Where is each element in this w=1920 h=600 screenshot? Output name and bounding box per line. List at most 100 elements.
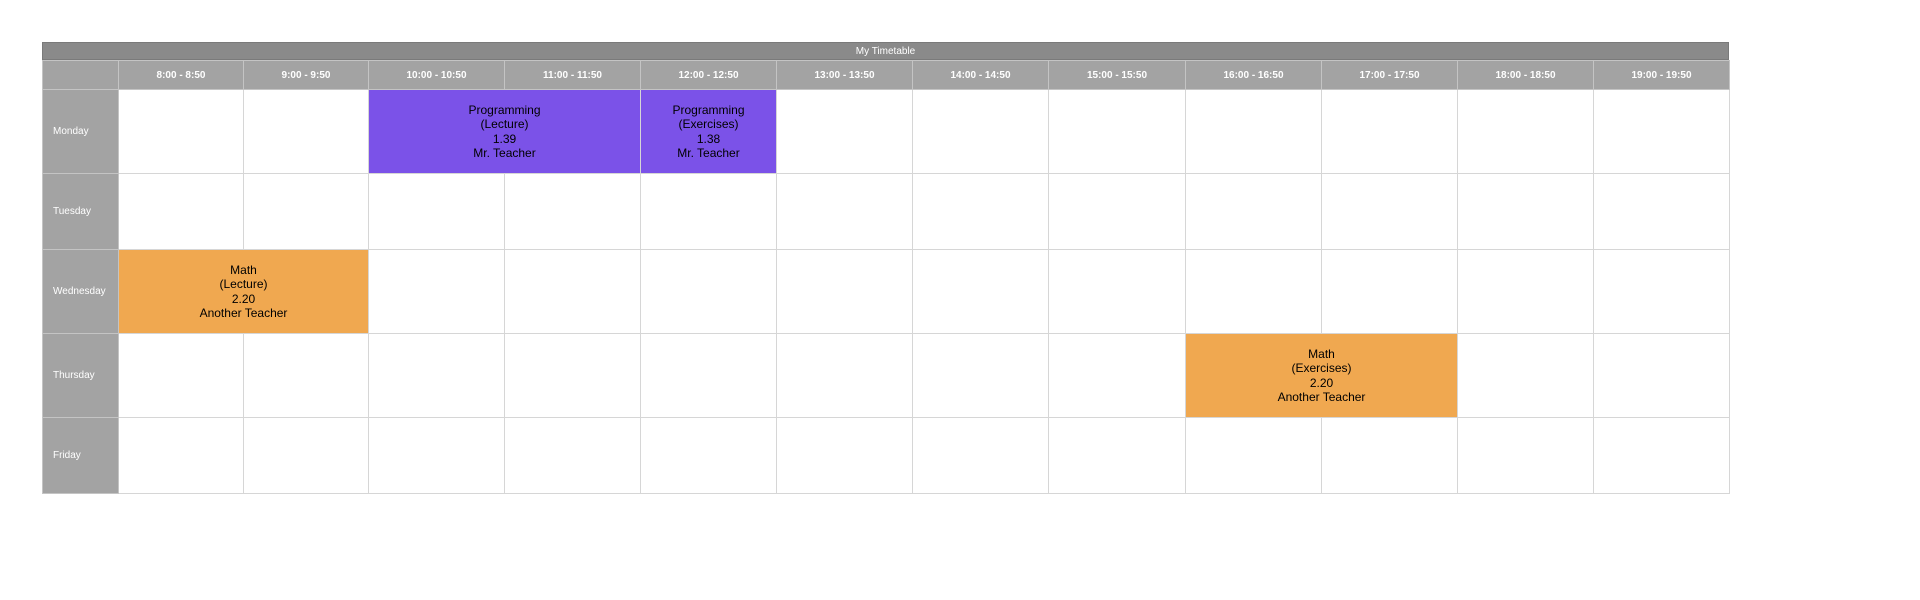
day-row-monday: Monday Programming (Lecture) 1.39 Mr. Te… xyxy=(42,89,1730,174)
empty-slot[interactable] xyxy=(504,173,641,250)
time-slot-header: 17:00 - 17:50 xyxy=(1321,60,1458,90)
empty-slot[interactable] xyxy=(912,249,1049,334)
empty-slot[interactable] xyxy=(1185,173,1322,250)
empty-slot[interactable] xyxy=(504,249,641,334)
empty-slot[interactable] xyxy=(504,333,641,418)
empty-slot[interactable] xyxy=(912,89,1049,174)
empty-slot[interactable] xyxy=(776,173,913,250)
time-slot-header: 8:00 - 8:50 xyxy=(118,60,244,90)
empty-slot[interactable] xyxy=(1321,417,1458,494)
event-course: Math xyxy=(230,262,257,277)
empty-slot[interactable] xyxy=(1593,249,1730,334)
event-course: Programming xyxy=(672,102,745,117)
empty-slot[interactable] xyxy=(640,417,777,494)
event-teacher: Another Teacher xyxy=(199,306,288,320)
event-room: 1.39 xyxy=(492,131,517,146)
empty-slot[interactable] xyxy=(1185,249,1322,334)
event-type: (Lecture) xyxy=(480,117,529,131)
empty-slot[interactable] xyxy=(776,249,913,334)
empty-slot[interactable] xyxy=(776,417,913,494)
event-course: Programming xyxy=(468,102,541,117)
empty-slot[interactable] xyxy=(776,89,913,174)
empty-slot[interactable] xyxy=(1593,333,1730,418)
empty-slot[interactable] xyxy=(118,417,244,494)
empty-slot[interactable] xyxy=(1457,173,1594,250)
event-room: 2.20 xyxy=(231,291,256,306)
time-slot-header-row: 8:00 - 8:50 9:00 - 9:50 10:00 - 10:50 11… xyxy=(42,60,1730,90)
event-teacher: Mr. Teacher xyxy=(473,146,536,160)
event-math-lecture[interactable]: Math (Lecture) 2.20 Another Teacher xyxy=(118,249,369,334)
empty-slot[interactable] xyxy=(243,333,369,418)
empty-slot[interactable] xyxy=(1048,333,1186,418)
event-room: 1.38 xyxy=(696,131,721,146)
empty-slot[interactable] xyxy=(1593,417,1730,494)
empty-slot[interactable] xyxy=(504,417,641,494)
time-slot-header: 13:00 - 13:50 xyxy=(776,60,913,90)
time-slot-header: 11:00 - 11:50 xyxy=(504,60,641,90)
empty-slot[interactable] xyxy=(1048,417,1186,494)
event-programming-lecture[interactable]: Programming (Lecture) 1.39 Mr. Teacher xyxy=(368,89,641,174)
day-row-tuesday: Tuesday xyxy=(42,173,1730,250)
day-label-friday: Friday xyxy=(42,417,119,494)
time-slot-header: 18:00 - 18:50 xyxy=(1457,60,1594,90)
timetable-container: My Timetable 8:00 - 8:50 9:00 - 9:50 10:… xyxy=(42,42,1730,494)
empty-slot[interactable] xyxy=(368,417,505,494)
empty-slot[interactable] xyxy=(1593,89,1730,174)
corner-cell xyxy=(42,60,119,90)
empty-slot[interactable] xyxy=(1457,249,1594,334)
empty-slot[interactable] xyxy=(243,417,369,494)
event-type: (Exercises) xyxy=(1291,361,1352,375)
empty-slot[interactable] xyxy=(1593,173,1730,250)
empty-slot[interactable] xyxy=(640,173,777,250)
empty-slot[interactable] xyxy=(118,333,244,418)
empty-slot[interactable] xyxy=(1321,89,1458,174)
day-label-thursday: Thursday xyxy=(42,333,119,418)
time-slot-header: 9:00 - 9:50 xyxy=(243,60,369,90)
day-label-monday: Monday xyxy=(42,89,119,174)
day-row-wednesday: Wednesday Math (Lecture) 2.20 Another Te… xyxy=(42,249,1730,334)
empty-slot[interactable] xyxy=(368,173,505,250)
empty-slot[interactable] xyxy=(1048,89,1186,174)
empty-slot[interactable] xyxy=(640,333,777,418)
empty-slot[interactable] xyxy=(243,173,369,250)
event-teacher: Mr. Teacher xyxy=(677,146,740,160)
day-row-thursday: Thursday Math (Exercises) 2.20 Another T… xyxy=(42,333,1730,418)
empty-slot[interactable] xyxy=(1321,249,1458,334)
empty-slot[interactable] xyxy=(243,89,369,174)
time-slot-header: 14:00 - 14:50 xyxy=(912,60,1049,90)
event-type: (Lecture) xyxy=(219,277,268,291)
empty-slot[interactable] xyxy=(368,249,505,334)
empty-slot[interactable] xyxy=(1457,89,1594,174)
empty-slot[interactable] xyxy=(1321,173,1458,250)
empty-slot[interactable] xyxy=(1048,173,1186,250)
time-slot-header: 15:00 - 15:50 xyxy=(1048,60,1186,90)
empty-slot[interactable] xyxy=(640,249,777,334)
empty-slot[interactable] xyxy=(118,173,244,250)
day-row-friday: Friday xyxy=(42,417,1730,494)
empty-slot[interactable] xyxy=(1185,89,1322,174)
time-slot-header: 10:00 - 10:50 xyxy=(368,60,505,90)
empty-slot[interactable] xyxy=(912,333,1049,418)
timetable-title: My Timetable xyxy=(42,42,1729,60)
empty-slot[interactable] xyxy=(912,173,1049,250)
empty-slot[interactable] xyxy=(1457,417,1594,494)
event-math-exercises[interactable]: Math (Exercises) 2.20 Another Teacher xyxy=(1185,333,1458,418)
time-slot-header: 12:00 - 12:50 xyxy=(640,60,777,90)
empty-slot[interactable] xyxy=(118,89,244,174)
event-type: (Exercises) xyxy=(678,117,739,131)
day-label-tuesday: Tuesday xyxy=(42,173,119,250)
event-course: Math xyxy=(1308,346,1335,361)
day-label-wednesday: Wednesday xyxy=(42,249,119,334)
empty-slot[interactable] xyxy=(776,333,913,418)
empty-slot[interactable] xyxy=(912,417,1049,494)
event-room: 2.20 xyxy=(1309,375,1334,390)
empty-slot[interactable] xyxy=(1457,333,1594,418)
empty-slot[interactable] xyxy=(1048,249,1186,334)
empty-slot[interactable] xyxy=(368,333,505,418)
event-programming-exercises[interactable]: Programming (Exercises) 1.38 Mr. Teacher xyxy=(640,89,777,174)
time-slot-header: 19:00 - 19:50 xyxy=(1593,60,1730,90)
event-teacher: Another Teacher xyxy=(1277,390,1366,404)
time-slot-header: 16:00 - 16:50 xyxy=(1185,60,1322,90)
timetable-grid: 8:00 - 8:50 9:00 - 9:50 10:00 - 10:50 11… xyxy=(42,60,1730,494)
empty-slot[interactable] xyxy=(1185,417,1322,494)
